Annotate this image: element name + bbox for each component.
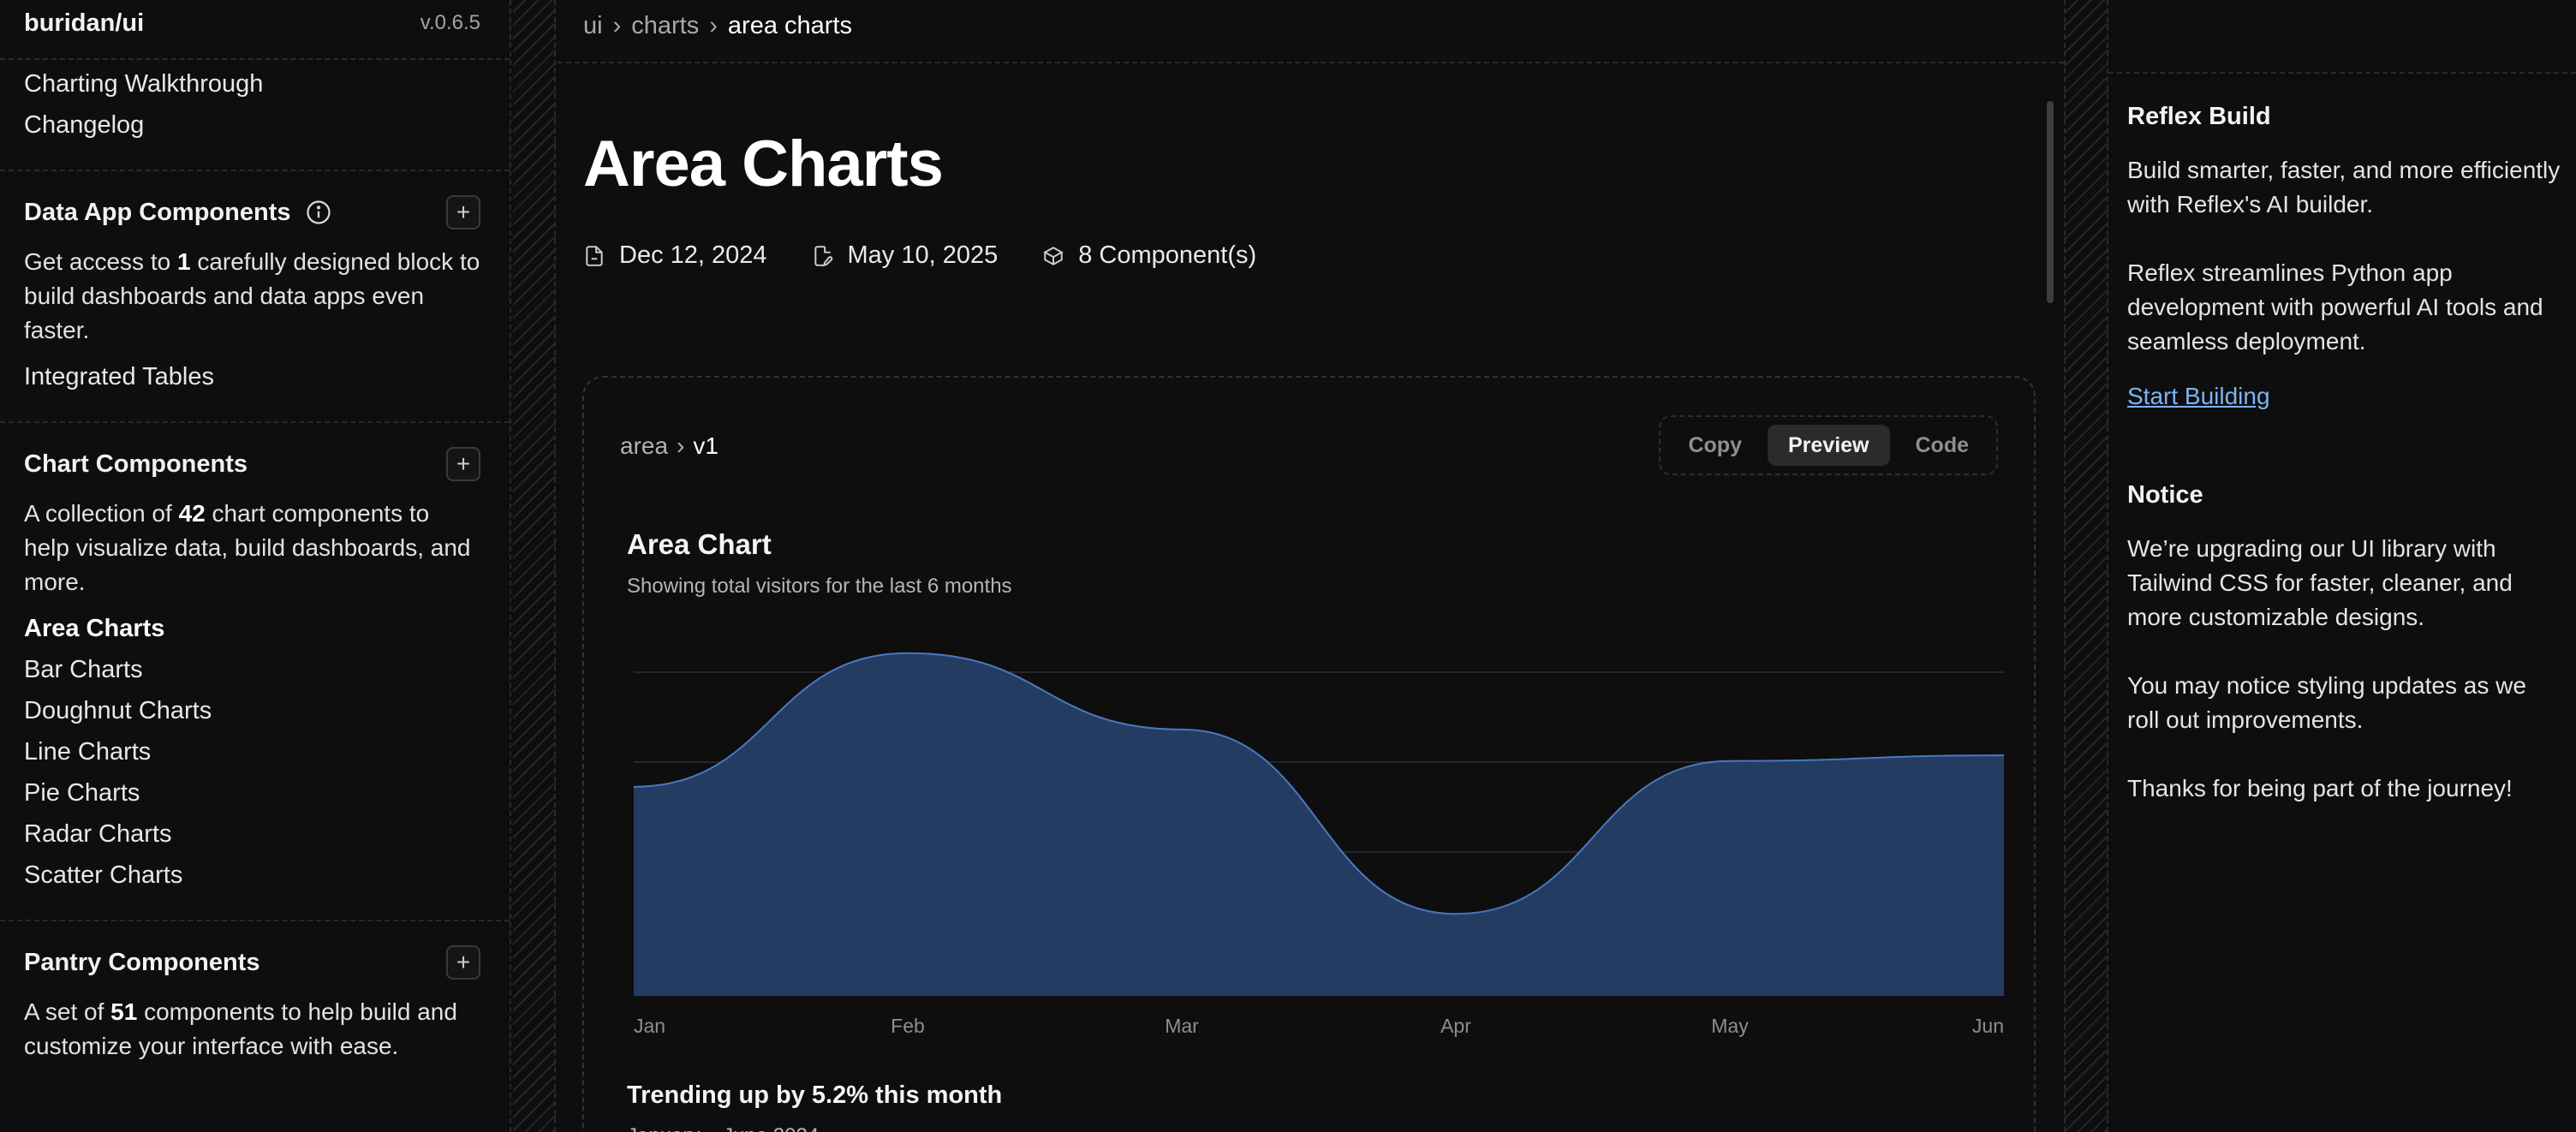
sidebar-link-bar-charts[interactable]: Bar Charts <box>24 649 480 690</box>
left-gutter <box>513 0 556 1132</box>
sidebar-link-doughnut-charts[interactable]: Doughnut Charts <box>24 690 480 731</box>
data-point-mar[interactable] <box>1177 724 1187 735</box>
meta-updated: May 10, 2025 <box>812 241 999 270</box>
data-point-feb[interactable] <box>903 648 913 658</box>
notice-text-1: We’re upgrading our UI library with Tail… <box>2127 535 2513 630</box>
x-tick-label: Mar <box>1165 1015 1199 1037</box>
sidebar-top-links: Charting Walkthrough Changelog <box>0 60 510 171</box>
sidebar-link-scatter-charts[interactable]: Scatter Charts <box>24 855 480 896</box>
sidebar-link-integrated-tables[interactable]: Integrated Tables <box>24 356 480 397</box>
version-label: v.0.6.5 <box>420 11 480 34</box>
x-tick-label: Apr <box>1440 1015 1471 1037</box>
reflex-build-block: Reflex Build Build smarter, faster, and … <box>2127 103 2564 410</box>
right-gutter <box>2064 0 2108 1132</box>
x-tick-label: Feb <box>891 1015 925 1037</box>
trend-text: Trending up by 5.2% this month <box>627 1081 1003 1109</box>
sidebar-section-pantry: Pantry Components + A set of 51 componen… <box>0 921 510 1063</box>
desc-count: 42 <box>178 500 206 527</box>
section-title: Chart Components <box>24 450 247 478</box>
section-description: A set of 51 components to help build and… <box>24 995 480 1063</box>
x-tick-label: May <box>1711 1015 1749 1037</box>
breadcrumb-separator: › <box>612 11 622 39</box>
meta-created: Dec 12, 2024 <box>583 241 767 270</box>
section-header: Pantry Components + <box>24 942 480 983</box>
data-point-jan[interactable] <box>629 782 639 792</box>
data-point-may[interactable] <box>1725 756 1735 766</box>
sidebar-link-radar-charts[interactable]: Radar Charts <box>24 813 480 855</box>
breadcrumb-separator: › <box>709 11 718 39</box>
main-content: ui › charts › area charts Area Charts De… <box>558 0 2064 1132</box>
breadcrumb-charts[interactable]: charts <box>631 12 699 40</box>
start-building-link[interactable]: Start Building <box>2127 383 2270 409</box>
meta-components: 8 Component(s) <box>1042 241 1256 270</box>
data-point-jun[interactable] <box>1999 750 2009 760</box>
desc-count: 51 <box>110 998 138 1025</box>
area-fill <box>634 652 2004 996</box>
section-title: Pantry Components <box>24 948 260 976</box>
components-count: 8 Component(s) <box>1078 241 1257 269</box>
app-root: buridan/ui v.0.6.5 Charting Walkthrough … <box>0 0 2576 1132</box>
sidebar-section-data-app: Data App Components + Get access to 1 ca… <box>0 171 510 423</box>
right-panel-top <box>2108 0 2576 74</box>
sidebar-link-area-charts[interactable]: Area Charts <box>24 608 480 649</box>
desc-text: Get access to <box>24 248 177 275</box>
notice-text-3: Thanks for being part of the journey! <box>2127 775 2513 801</box>
section-header: Chart Components + <box>24 444 480 485</box>
section-description: Get access to 1 carefully designed block… <box>24 245 480 348</box>
reflex-text-2: Reflex streamlines Python app developmen… <box>2127 259 2543 354</box>
scrollbar-thumb[interactable] <box>2047 101 2054 303</box>
notice-title: Notice <box>2127 481 2203 509</box>
trend-range: January – June 2024 <box>627 1124 819 1132</box>
page-title: Area Charts <box>583 128 944 200</box>
sidebar-link-changelog[interactable]: Changelog <box>24 104 480 146</box>
right-panel: Reflex Build Build smarter, faster, and … <box>2108 0 2576 1132</box>
info-icon[interactable] <box>306 200 331 225</box>
section-description: A collection of 42 chart components to h… <box>24 497 480 599</box>
updated-date: May 10, 2025 <box>847 241 999 269</box>
x-tick-label: Jan <box>634 1015 665 1037</box>
chart-links: Area Charts Bar Charts Doughnut Charts L… <box>24 608 480 896</box>
sidebar-link-line-charts[interactable]: Line Charts <box>24 731 480 772</box>
expand-pantry-button[interactable]: + <box>446 945 480 980</box>
breadcrumb: ui › charts › area charts <box>558 0 2064 63</box>
page-meta: Dec 12, 2024 May 10, 2025 8 Component(s) <box>583 241 1256 270</box>
data-point-apr[interactable] <box>1451 909 1461 919</box>
expand-data-app-button[interactable]: + <box>446 195 480 229</box>
component-preview-card: area › v1 Copy Preview Code Area Chart S… <box>582 376 2036 1132</box>
sidebar-link-pie-charts[interactable]: Pie Charts <box>24 772 480 813</box>
box-icon <box>1043 246 1064 265</box>
section-title-text: Data App Components <box>24 198 291 226</box>
file-created-icon <box>586 245 603 266</box>
sidebar-link-charting-walkthrough[interactable]: Charting Walkthrough <box>24 63 480 104</box>
area-chart[interactable]: Jan Feb Mar Apr May Jun <box>584 378 2037 1080</box>
section-title: Data App Components <box>24 199 331 227</box>
file-edit-icon <box>814 245 832 266</box>
reflex-text-1: Build smarter, faster, and more efficien… <box>2127 157 2561 217</box>
brand-logo-text[interactable]: buridan/ui <box>24 9 144 38</box>
notice-text-2: You may notice styling updates as we rol… <box>2127 672 2526 733</box>
notice-block: Notice We’re upgrading our UI library wi… <box>2127 481 2564 840</box>
sidebar: buridan/ui v.0.6.5 Charting Walkthrough … <box>0 0 511 1132</box>
desc-count: 1 <box>176 248 191 275</box>
breadcrumb-ui[interactable]: ui <box>583 12 603 40</box>
sidebar-header: buridan/ui v.0.6.5 <box>0 0 510 60</box>
breadcrumb-current: area charts <box>727 11 852 39</box>
expand-chart-button[interactable]: + <box>446 447 480 481</box>
section-header: Data App Components + <box>24 192 480 233</box>
x-tick-label: Jun <box>1972 1015 2004 1037</box>
desc-text: A set of <box>24 998 111 1025</box>
created-date: Dec 12, 2024 <box>619 241 767 269</box>
desc-text: A collection of <box>24 500 179 527</box>
reflex-title: Reflex Build <box>2127 103 2271 130</box>
sidebar-section-chart: Chart Components + A collection of 42 ch… <box>0 423 510 921</box>
